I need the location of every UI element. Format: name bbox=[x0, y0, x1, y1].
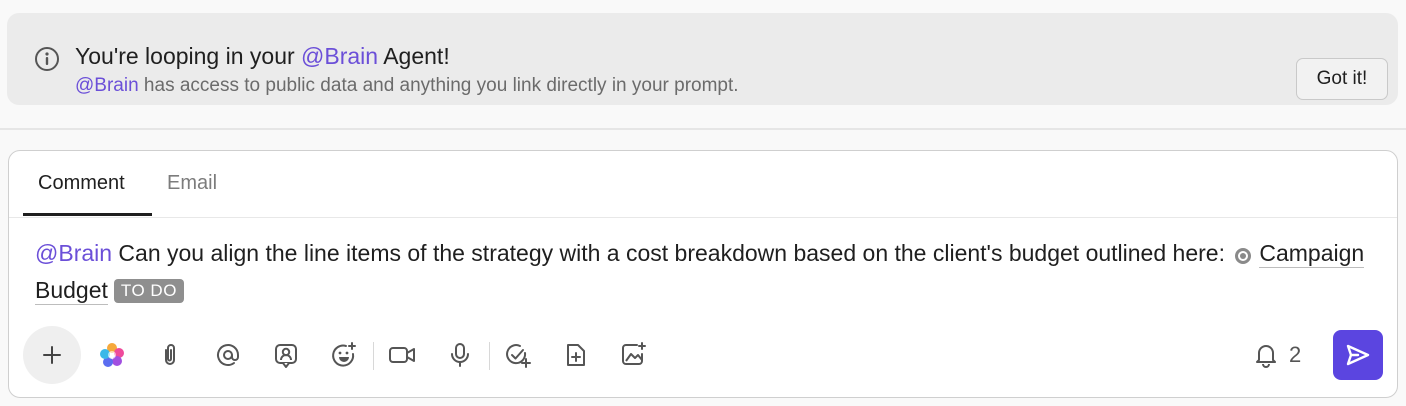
task-check-icon bbox=[506, 344, 531, 368]
image-edit-button[interactable] bbox=[619, 340, 649, 370]
message-text: Can you align the line items of the stra… bbox=[112, 240, 1232, 266]
notifications-button[interactable]: 2 bbox=[1253, 340, 1301, 370]
image-edit-icon bbox=[622, 342, 646, 365]
comment-input[interactable]: @Brain Can you align the line items of t… bbox=[35, 235, 1365, 309]
status-badge: TO DO bbox=[113, 279, 184, 303]
bell-icon bbox=[1256, 345, 1276, 368]
assign-button[interactable] bbox=[271, 340, 301, 370]
tab-comment[interactable]: Comment bbox=[38, 172, 125, 195]
agent-info-banner: You're looping in your @Brain Agent! @Br… bbox=[7, 13, 1398, 105]
plus-icon bbox=[43, 346, 61, 364]
comment-composer: Comment Email @Brain Can you align the l… bbox=[8, 150, 1398, 398]
send-icon bbox=[1346, 344, 1370, 366]
ai-sparkle-icon bbox=[100, 343, 124, 367]
video-icon bbox=[389, 347, 415, 363]
send-button[interactable] bbox=[1333, 330, 1383, 380]
add-button[interactable] bbox=[23, 326, 81, 384]
composer-tabs: Comment Email bbox=[9, 151, 1397, 218]
brain-mention: @Brain bbox=[75, 75, 139, 96]
notification-count: 2 bbox=[1289, 342, 1302, 367]
brain-mention: @Brain bbox=[301, 43, 379, 69]
task-status-icon bbox=[1235, 248, 1252, 264]
emoji-icon bbox=[332, 342, 356, 367]
attach-button[interactable] bbox=[155, 340, 185, 370]
banner-title: You're looping in your @Brain Agent! bbox=[75, 43, 450, 69]
create-task-button[interactable] bbox=[503, 340, 533, 370]
toolbar-divider bbox=[373, 342, 374, 370]
emoji-button[interactable] bbox=[329, 340, 359, 370]
active-tab-indicator bbox=[23, 213, 152, 216]
section-divider bbox=[0, 128, 1406, 130]
banner-subtitle: @Brain has access to public data and any… bbox=[75, 75, 739, 96]
brain-mention[interactable]: @Brain bbox=[35, 240, 112, 266]
add-doc-icon bbox=[567, 344, 585, 366]
toolbar-divider bbox=[489, 342, 490, 370]
voice-button[interactable] bbox=[445, 340, 475, 370]
video-button[interactable] bbox=[387, 340, 417, 370]
ai-sparkle-button[interactable] bbox=[97, 340, 127, 370]
tab-email[interactable]: Email bbox=[167, 172, 217, 195]
composer-toolbar: 2 bbox=[9, 326, 1397, 386]
mention-icon bbox=[217, 344, 239, 366]
assign-person-icon bbox=[275, 344, 297, 368]
add-doc-button[interactable] bbox=[561, 340, 591, 370]
mention-button[interactable] bbox=[213, 340, 243, 370]
got-it-button[interactable]: Got it! bbox=[1296, 58, 1388, 100]
microphone-icon bbox=[451, 343, 469, 367]
info-icon bbox=[34, 46, 60, 72]
attachment-icon bbox=[165, 344, 175, 365]
